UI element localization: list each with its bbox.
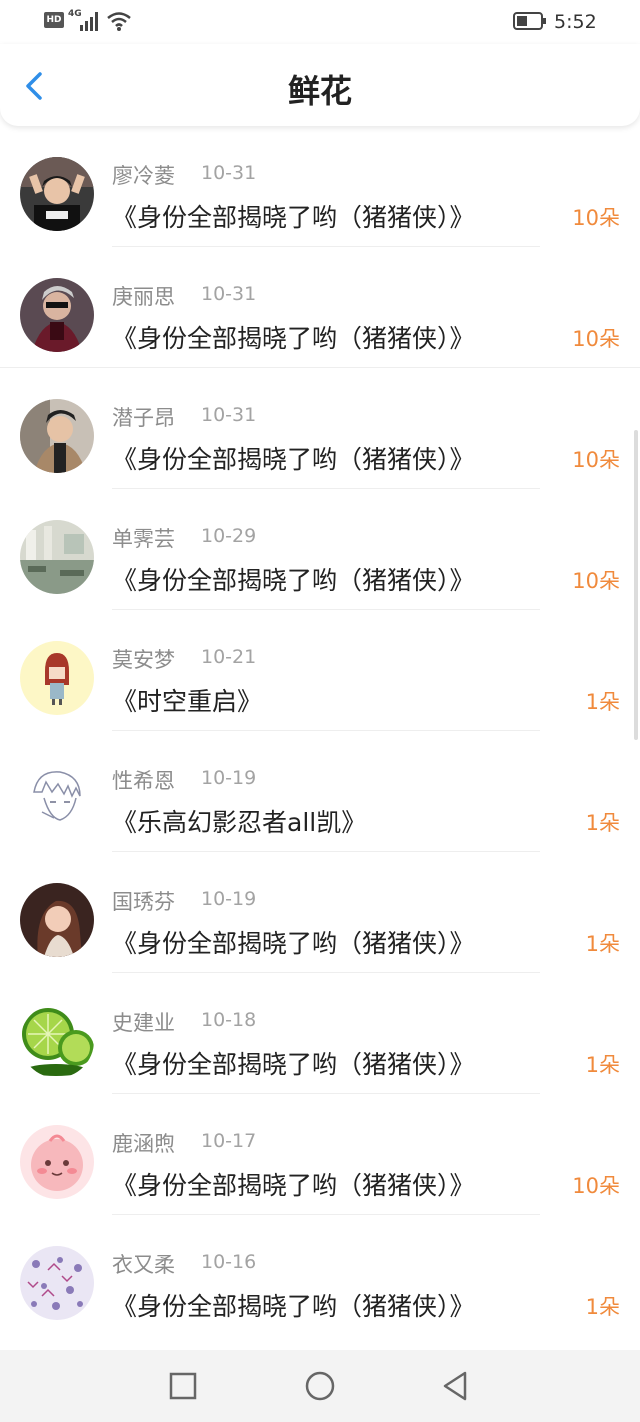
triangle-back-icon [443, 1371, 467, 1401]
date: 10-19 [201, 767, 257, 789]
flower-amount: 1朵 [585, 1295, 620, 1319]
back-nav-button[interactable] [437, 1368, 473, 1404]
date: 10-18 [201, 1009, 257, 1031]
avatar[interactable] [20, 1125, 94, 1199]
book-title: 《身份全部揭晓了哟（猪猪侠）》 [112, 1292, 475, 1321]
flower-amount: 10朵 [572, 1174, 620, 1198]
book-title: 《时空重启》 [112, 687, 263, 716]
user-name: 衣又柔 [112, 1253, 175, 1277]
flower-amount: 1朵 [585, 1053, 620, 1077]
list-item[interactable]: 鹿涵煦 10-17 《身份全部揭晓了哟（猪猪侠）》 10朵 [0, 1094, 640, 1215]
header: 鲜花 [0, 44, 640, 126]
date: 10-19 [201, 888, 257, 910]
book-title: 《身份全部揭晓了哟（猪猪侠）》 [112, 203, 475, 232]
list-item[interactable]: 单霁芸 10-29 《身份全部揭晓了哟（猪猪侠）》 10朵 [0, 489, 640, 610]
book-title: 《乐高幻影忍者all凯》 [112, 808, 367, 837]
user-name: 庚丽思 [112, 285, 175, 309]
flower-amount: 1朵 [585, 690, 620, 714]
date: 10-29 [201, 525, 257, 547]
user-name: 性希恩 [112, 769, 175, 793]
flower-amount: 1朵 [585, 932, 620, 956]
date: 10-31 [201, 283, 257, 305]
book-title: 《身份全部揭晓了哟（猪猪侠）》 [112, 1050, 475, 1079]
status-bar: HD 4G 5:52 [0, 0, 640, 44]
user-name: 史建业 [112, 1011, 175, 1035]
avatar[interactable] [20, 1004, 94, 1078]
circle-icon [305, 1371, 335, 1401]
book-title: 《身份全部揭晓了哟（猪猪侠）》 [112, 445, 475, 474]
date: 10-31 [201, 404, 257, 426]
list-item[interactable]: 衣又柔 10-16 《身份全部揭晓了哟（猪猪侠）》 1朵 [0, 1215, 640, 1336]
user-name: 潜子昂 [112, 406, 175, 430]
user-name: 廖冷菱 [112, 164, 175, 188]
scrollbar[interactable] [634, 430, 638, 740]
avatar[interactable] [20, 641, 94, 715]
avatar[interactable] [20, 399, 94, 473]
user-name: 鹿涵煦 [112, 1132, 175, 1156]
hd-icon: HD [44, 12, 64, 28]
book-title: 《身份全部揭晓了哟（猪猪侠）》 [112, 929, 475, 958]
list-item[interactable]: 史建业 10-18 《身份全部揭晓了哟（猪猪侠）》 1朵 [0, 973, 640, 1094]
date: 10-31 [201, 162, 257, 184]
home-button[interactable] [302, 1368, 338, 1404]
book-title: 《身份全部揭晓了哟（猪猪侠）》 [112, 1171, 475, 1200]
avatar[interactable] [20, 762, 94, 836]
battery-icon [513, 12, 546, 30]
user-name: 国琇芬 [112, 890, 175, 914]
book-title: 《身份全部揭晓了哟（猪猪侠）》 [112, 324, 475, 353]
user-name: 莫安梦 [112, 648, 175, 672]
flower-amount: 10朵 [572, 569, 620, 593]
signal-icon [80, 12, 98, 31]
flower-amount: 1朵 [585, 811, 620, 835]
user-name: 单霁芸 [112, 527, 175, 551]
list-item[interactable]: 性希恩 10-19 《乐高幻影忍者all凯》 1朵 [0, 731, 640, 852]
list-item[interactable]: 廖冷菱 10-31 《身份全部揭晓了哟（猪猪侠）》 10朵 [0, 126, 640, 247]
navigation-bar [0, 1350, 640, 1422]
list-item[interactable]: 莫安梦 10-21 《时空重启》 1朵 [0, 610, 640, 731]
avatar[interactable] [20, 883, 94, 957]
date: 10-16 [201, 1251, 257, 1273]
date: 10-21 [201, 646, 257, 668]
flower-record-list[interactable]: 廖冷菱 10-31 《身份全部揭晓了哟（猪猪侠）》 10朵 庚丽思 10-31 … [0, 126, 640, 1350]
flower-amount: 10朵 [572, 206, 620, 230]
flower-amount: 10朵 [572, 327, 620, 351]
avatar[interactable] [20, 157, 94, 231]
list-item[interactable]: 庚丽思 10-31 《身份全部揭晓了哟（猪猪侠）》 10朵 [0, 247, 640, 368]
avatar[interactable] [20, 1246, 94, 1320]
book-title: 《身份全部揭晓了哟（猪猪侠）》 [112, 566, 475, 595]
avatar[interactable] [20, 520, 94, 594]
date: 10-17 [201, 1130, 257, 1152]
square-icon [169, 1372, 197, 1400]
list-item[interactable]: 国琇芬 10-19 《身份全部揭晓了哟（猪猪侠）》 1朵 [0, 852, 640, 973]
flower-amount: 10朵 [572, 448, 620, 472]
wifi-icon [107, 12, 131, 31]
avatar[interactable] [20, 278, 94, 352]
clock: 5:52 [554, 11, 597, 33]
recents-button[interactable] [165, 1368, 201, 1404]
list-item[interactable]: 潜子昂 10-31 《身份全部揭晓了哟（猪猪侠）》 10朵 [0, 368, 640, 489]
page-title: 鲜花 [287, 72, 352, 110]
